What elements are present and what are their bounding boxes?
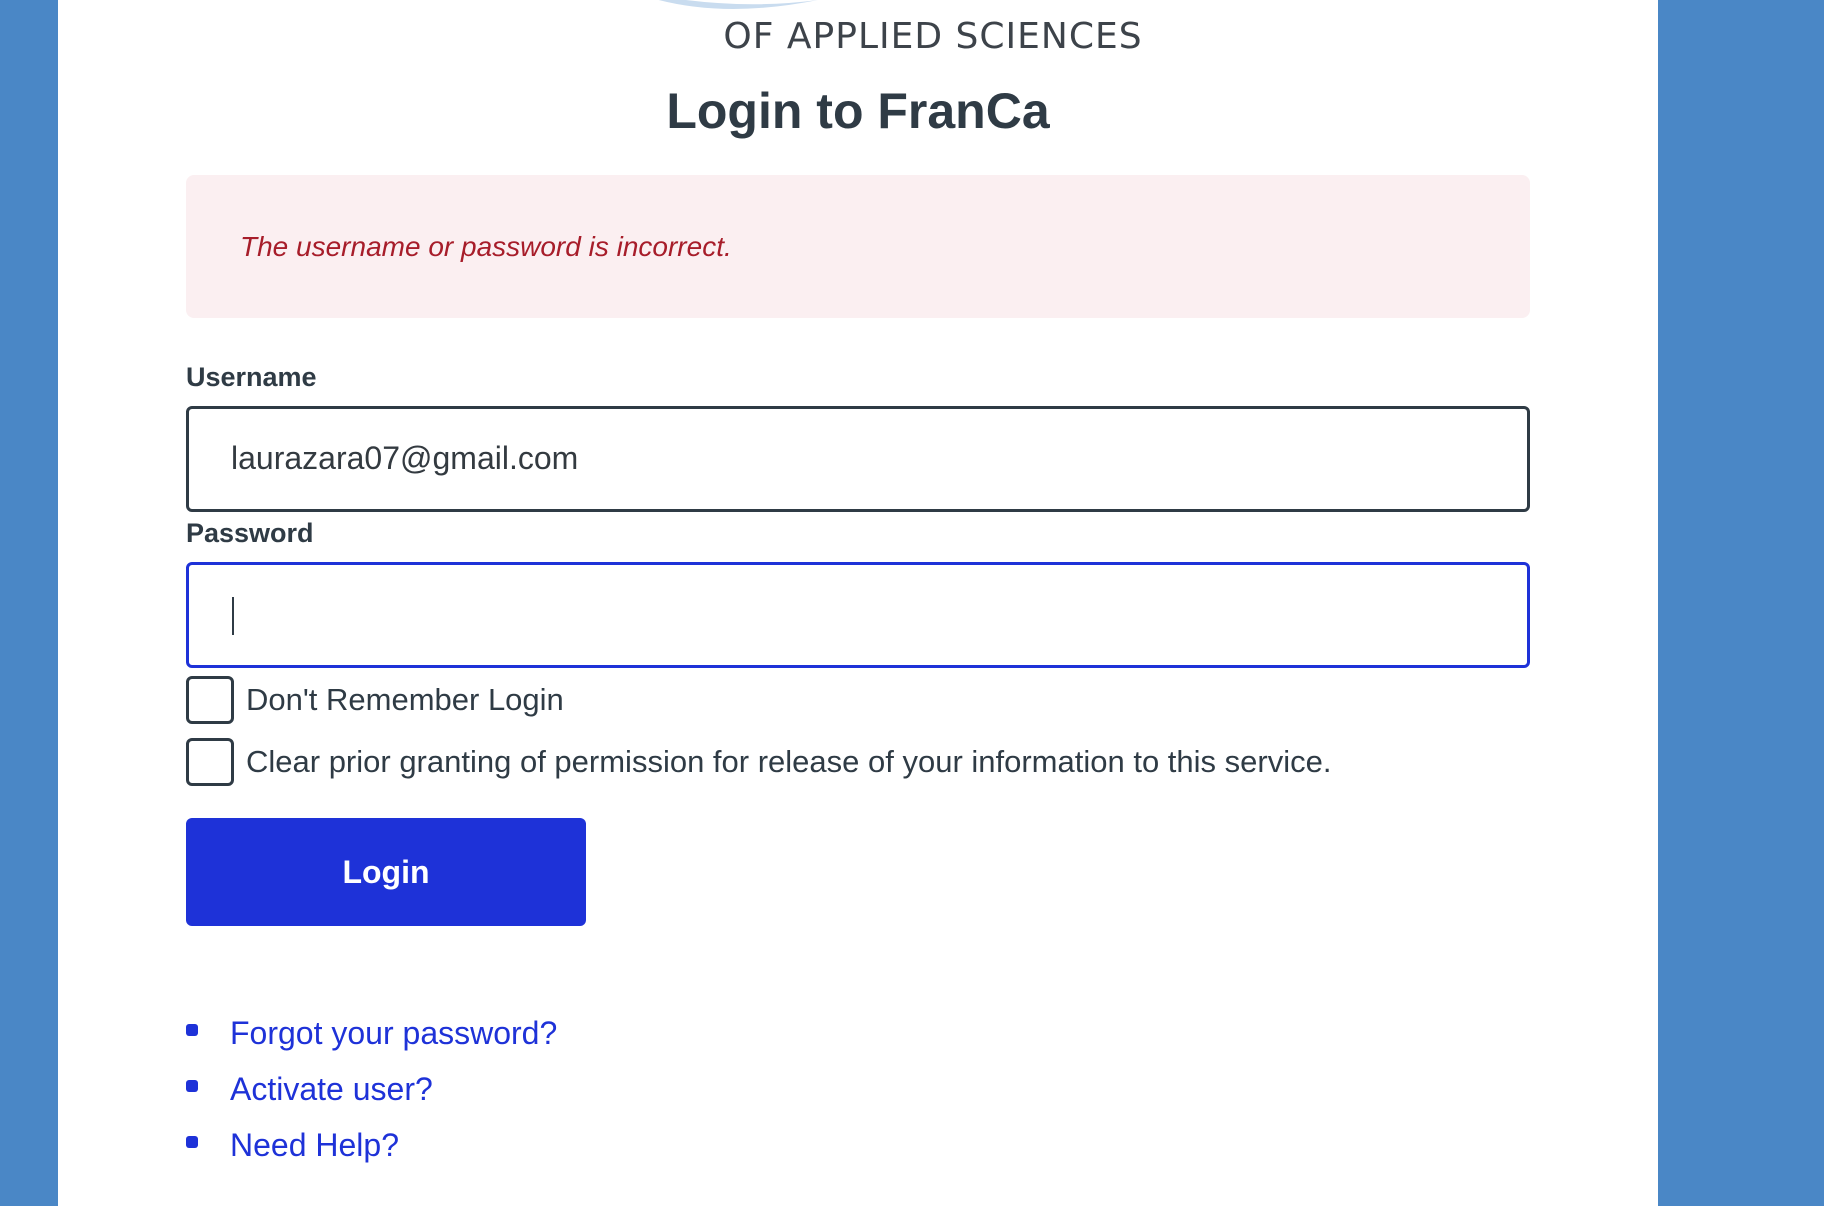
dont-remember-label[interactable]: Don't Remember Login [246,682,564,718]
bullet-icon [186,1136,198,1148]
list-item: Need Help? [186,1117,557,1173]
list-item: Activate user? [186,1061,557,1117]
username-label: Username [186,362,317,392]
clear-consent-row[interactable]: Clear prior granting of permission for r… [186,738,1331,786]
username-value: laurazara07@gmail.com [231,440,579,476]
page-title: Login to FranCa [666,83,1050,139]
logo-text: OF APPLIED SCIENCES [723,16,1143,57]
dont-remember-checkbox[interactable] [186,676,234,724]
text-caret [232,597,234,635]
university-logo: OF APPLIED SCIENCES [58,0,1658,70]
logo-swoosh-icon [658,0,818,9]
username-input[interactable]: laurazara07@gmail.com [186,406,1530,512]
clear-consent-label[interactable]: Clear prior granting of permission for r… [246,744,1331,780]
login-card: OF APPLIED SCIENCES Login to FranCa The … [58,0,1658,1206]
need-help-link[interactable]: Need Help? [230,1127,399,1164]
activate-user-link[interactable]: Activate user? [230,1071,433,1108]
error-message: The username or password is incorrect. [240,231,732,262]
password-label: Password [186,518,314,548]
dont-remember-row[interactable]: Don't Remember Login [186,676,564,724]
error-alert: The username or password is incorrect. [186,175,1530,318]
password-input[interactable] [186,562,1530,668]
help-links: Forgot your password? Activate user? Nee… [186,1005,557,1173]
clear-consent-checkbox[interactable] [186,738,234,786]
forgot-password-link[interactable]: Forgot your password? [230,1015,557,1052]
bullet-icon [186,1024,198,1036]
bullet-icon [186,1080,198,1092]
login-button[interactable]: Login [186,818,586,926]
list-item: Forgot your password? [186,1005,557,1061]
